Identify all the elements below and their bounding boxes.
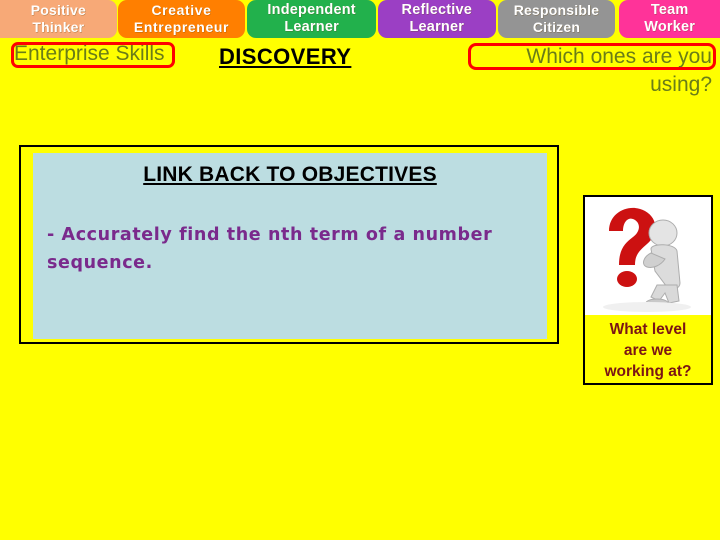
question-mark-thinker-icon	[585, 197, 711, 315]
skill-tab-label-line1: Reflective	[401, 1, 473, 18]
objectives-panel: LINK BACK TO OBJECTIVES - Accurately fin…	[19, 145, 559, 344]
objectives-body-text: - Accurately find the nth term of a numb…	[47, 225, 493, 273]
which-ones-line1: Which ones are you	[526, 45, 712, 68]
which-ones-question: Which ones are you using?	[312, 43, 712, 99]
skill-tab-label-line1: Team	[650, 1, 689, 18]
which-ones-line2: using?	[650, 73, 712, 96]
question-mark-dot	[617, 271, 637, 287]
skill-tab-label-line2: Entrepreneur	[133, 18, 230, 35]
skill-tab-label-line2: Citizen	[532, 18, 581, 35]
skill-tab-label-line2: Learner	[284, 18, 339, 35]
skill-tab-label-line2: Learner	[409, 18, 465, 35]
objectives-panel-inner: LINK BACK TO OBJECTIVES - Accurately fin…	[33, 153, 547, 339]
skill-tab-label-line1: Independent	[267, 1, 356, 18]
skill-tab-positive-thinker[interactable]: Positive Thinker	[0, 0, 117, 38]
skill-tab-label-line2: Worker	[644, 18, 696, 35]
skill-tab-label-line2: Thinker	[32, 18, 85, 35]
skill-tab-reflective-learner[interactable]: Reflective Learner	[377, 0, 496, 38]
skill-tab-label-line1: Responsible	[513, 1, 600, 18]
caption-line3: working at?	[604, 363, 692, 380]
caption-line2: are we	[623, 342, 673, 359]
skill-tab-independent-learner[interactable]: Independent Learner	[247, 0, 376, 38]
skill-tab-creative-entrepreneur[interactable]: Creative Entrepreneur	[117, 0, 246, 38]
skill-tab-label-line1: Positive	[30, 1, 86, 18]
skill-tab-label-line1: Creative	[151, 1, 212, 18]
objectives-title: LINK BACK TO OBJECTIVES	[143, 163, 437, 186]
skill-tab-responsible-citizen[interactable]: Responsible Citizen	[497, 0, 616, 38]
question-card-caption: What level are we working at?	[585, 315, 711, 383]
enterprise-skills-label: Enterprise Skills	[14, 42, 165, 65]
skill-tab-strip: Positive Thinker Creative Entrepreneur I…	[0, 0, 720, 38]
question-level-card: What level are we working at?	[583, 195, 713, 385]
skill-tab-team-worker[interactable]: Team Worker	[619, 0, 720, 38]
figure-shadow	[603, 302, 691, 312]
caption-line1: What level	[609, 321, 687, 338]
